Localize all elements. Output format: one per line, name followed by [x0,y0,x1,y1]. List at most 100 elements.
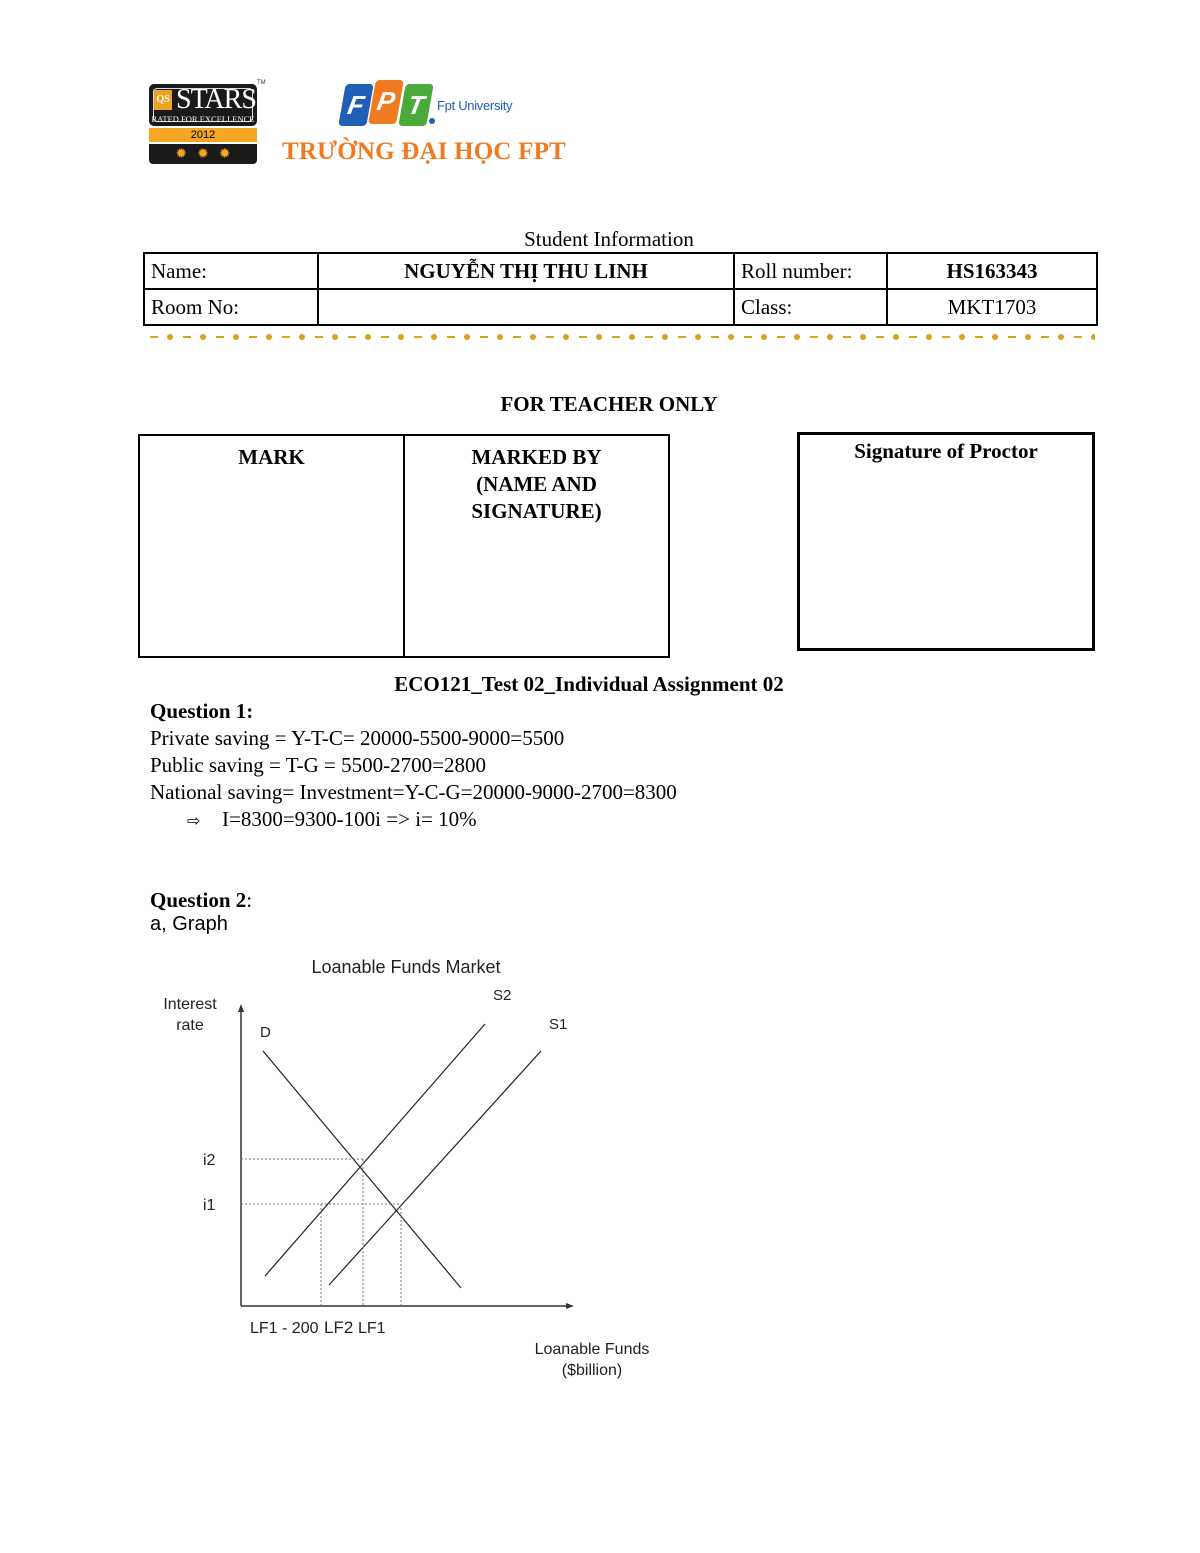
separator-dash [249,336,257,338]
separator-dash [1074,336,1082,338]
qs-stars-logo: QS STARS RATED FOR EXCELLENCE TM 2012 ✹ … [149,80,266,166]
proctor-signature-box: Signature of Proctor [797,432,1095,651]
separator-dash [216,336,224,338]
name-value: NGUYỄN THỊ THU LINH [317,252,735,290]
separator-dash [942,336,950,338]
separator-dot [332,334,338,340]
separator-dot [233,334,239,340]
qs-stars-rating: ✹ ✹ ✹ [149,144,257,164]
answer-conclusion: ⇨ I=8300=9300-100i => i= 10% [187,807,477,832]
separator-dot [860,334,866,340]
x-tick-label: LF1 [358,1320,386,1337]
qs-stars-title: STARS [176,84,257,115]
separator-dot [563,334,569,340]
separator-dot [200,334,206,340]
separator-dot [1058,334,1064,340]
class-label: Class: [733,288,888,326]
separator-dot [992,334,998,340]
table-row: Room No: Class: MKT1703 [143,288,1098,326]
chart-title: Loanable Funds Market [311,957,500,977]
separator-dash [711,336,719,338]
separator-dot [761,334,767,340]
separator-dash [678,336,686,338]
x-axis-label: Loanable Funds [535,1341,650,1358]
separator-dot [365,334,371,340]
room-label: Room No: [143,288,319,326]
separator-dot [893,334,899,340]
separator-dot [1091,334,1095,340]
roll-number-label: Roll number: [733,252,888,290]
registered-icon [429,118,435,124]
y-tick-label: i2 [203,1152,216,1169]
separator-dot [299,334,305,340]
separator-dash [579,336,587,338]
curve-label-d: D [260,1024,271,1041]
separator-dash [282,336,290,338]
marked-by-label: (NAME AND [476,472,597,496]
question-2-colon: : [246,888,253,912]
assignment-title: ECO121_Test 02_Individual Assignment 02 [394,672,784,696]
qs-stars-banner: QS STARS RATED FOR EXCELLENCE [149,84,257,126]
school-name: TRƯỜNG ĐẠI HỌC FPT [282,138,566,165]
fpt-logo: F P T Fpt University [338,80,513,130]
separator-dot [794,334,800,340]
separator-dash [777,336,785,338]
dash-dot-separator [150,334,1095,340]
separator-dash [612,336,620,338]
star-icon: ✹ [197,146,209,162]
separator-dash [1041,336,1049,338]
separator-dot [827,334,833,340]
curve-d [262,1050,462,1289]
separator-dash [381,336,389,338]
x-axis-arrow-icon [566,1303,574,1309]
separator-dash [744,336,752,338]
curve-label-s1: S1 [549,1016,567,1033]
separator-dot [695,334,701,340]
proctor-label: Signature of Proctor [854,439,1038,463]
qs-year: 2012 [149,128,257,142]
trademark-mark: TM [257,80,266,86]
separator-dot [167,334,173,340]
question-2-heading: Question 2: [150,888,252,913]
separator-dash [645,336,653,338]
separator-dot [662,334,668,340]
y-axis-label: rate [176,1017,204,1034]
separator-dot [959,334,965,340]
student-info-title: Student Information [524,227,694,251]
marked-by-label: SIGNATURE) [471,499,602,523]
separator-dot [596,334,602,340]
student-info-table: Name: NGUYỄN THỊ THU LINH Roll number: H… [143,252,1098,326]
marked-by-label: MARKED BY [471,445,602,469]
separator-dot [530,334,536,340]
separator-dash [843,336,851,338]
separator-dot [629,334,635,340]
separator-dash [348,336,356,338]
roll-number-value: HS163343 [886,252,1098,290]
separator-dash [315,336,323,338]
qs-badge: QS [154,90,172,110]
separator-dash [975,336,983,338]
separator-dash [447,336,455,338]
part-a-label: a, Graph [150,913,228,935]
mark-cell: MARK [140,436,403,656]
x-tick-label: LF1 - 200 [250,1320,319,1337]
teacher-only-title: FOR TEACHER ONLY [500,392,718,416]
separator-dash [546,336,554,338]
separator-dot [266,334,272,340]
separator-dot [1025,334,1031,340]
separator-dot [431,334,437,340]
star-icon: ✹ [218,146,231,162]
separator-dot [497,334,503,340]
question-2-label: Question 2 [150,888,247,912]
mark-table: MARK MARKED BY (NAME AND SIGNATURE) [138,434,670,658]
separator-dot [464,334,470,340]
separator-dash [876,336,884,338]
separator-dot [926,334,932,340]
separator-dash [810,336,818,338]
separator-dot [728,334,734,340]
separator-dash [150,336,158,338]
room-value [317,288,735,326]
answer-line: Public saving = T-G = 5500-2700=2800 [150,753,486,777]
answer-line: Private saving = Y-T-C= 20000-5500-9000=… [150,726,565,750]
separator-dash [909,336,917,338]
